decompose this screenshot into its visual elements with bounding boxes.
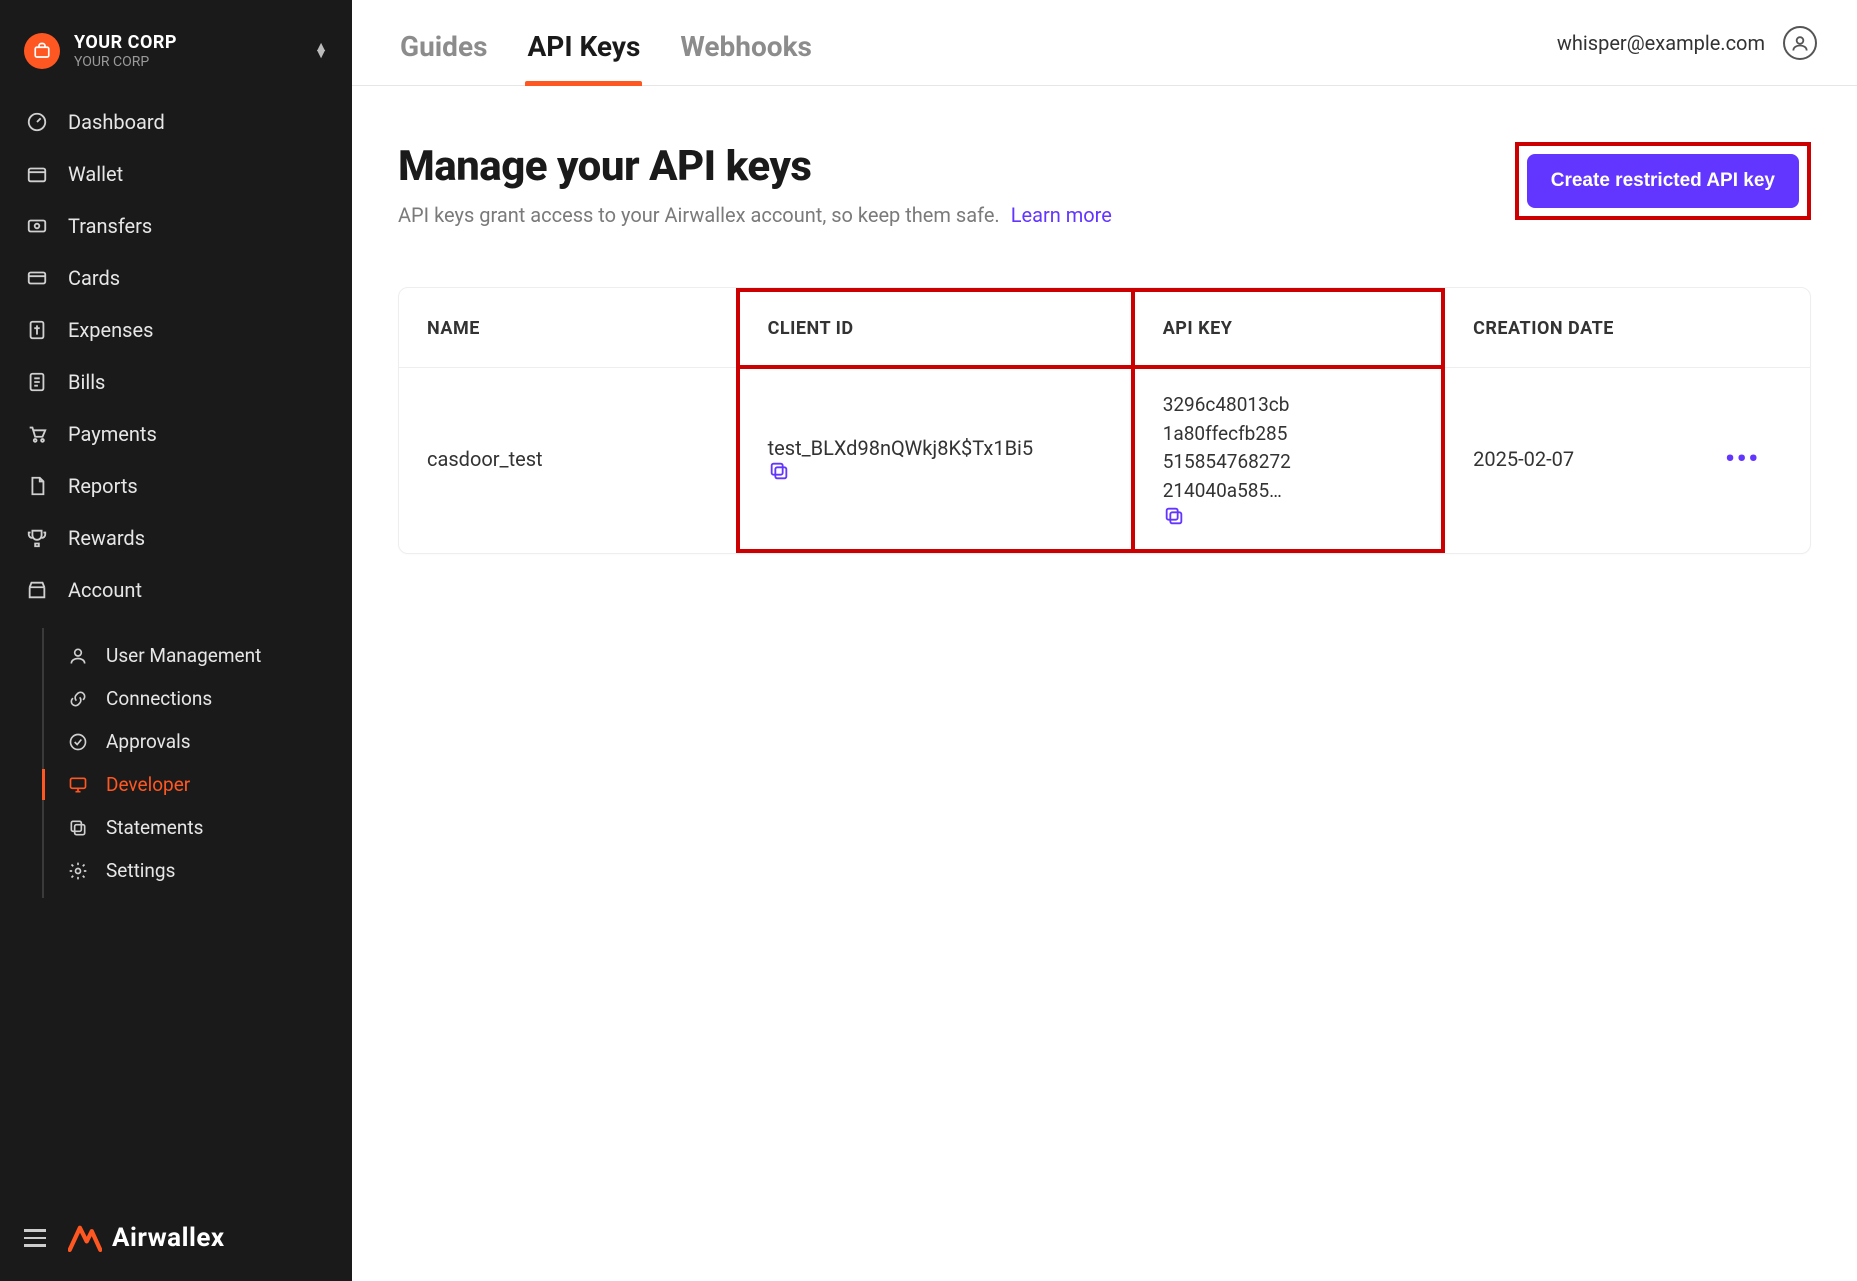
brand-name: Airwallex <box>112 1223 225 1253</box>
subnav-label: Settings <box>106 859 175 882</box>
link-icon <box>66 689 90 709</box>
org-subname: YOUR CORP <box>74 54 177 71</box>
user-avatar-icon[interactable] <box>1783 26 1817 60</box>
sidebar-item-wallet[interactable]: Wallet <box>0 148 352 200</box>
api-key-line: 515854768272 <box>1163 448 1413 477</box>
cell-api-key: 3296c48013cb 1a80ffecfb285 515854768272 … <box>1163 391 1413 505</box>
receipt-icon <box>24 319 50 341</box>
subnav-label: Connections <box>106 687 212 710</box>
sidebar-item-dashboard[interactable]: Dashboard <box>0 96 352 148</box>
sidebar-subnav: User Management Connections Approvals De… <box>42 628 352 898</box>
sidebar-item-label: Bills <box>68 370 105 394</box>
gauge-icon <box>24 111 50 133</box>
sidebar-item-label: Payments <box>68 422 157 446</box>
sidebar-item-label: Expenses <box>68 318 153 342</box>
sidebar-item-label: Cards <box>68 266 120 290</box>
sidebar-item-account[interactable]: Account <box>0 564 352 616</box>
sidebar-item-bills[interactable]: Bills <box>0 356 352 408</box>
cell-name: casdoor_test <box>399 367 738 551</box>
check-circle-icon <box>66 732 90 752</box>
copy-icon <box>66 818 90 838</box>
subnav-developer[interactable]: Developer <box>44 763 352 806</box>
org-name: YOUR CORP <box>74 32 177 54</box>
sidebar-item-label: Dashboard <box>68 110 165 134</box>
subnav-user-management[interactable]: User Management <box>44 634 352 677</box>
tab-label: Webhooks <box>680 30 812 63</box>
copy-api-key-icon[interactable] <box>1163 505 1413 527</box>
api-key-line: 214040a585… <box>1163 477 1413 506</box>
col-header-name: NAME <box>399 290 738 367</box>
highlight-create-button: Create restricted API key <box>1515 142 1811 220</box>
subnav-label: Developer <box>106 773 190 796</box>
sidebar-item-expenses[interactable]: Expenses <box>0 304 352 356</box>
copy-client-id-icon[interactable] <box>768 460 1103 482</box>
chevron-up-down-icon: ▲▼ <box>314 44 328 59</box>
briefcase-icon <box>24 33 60 69</box>
subnav-label: Statements <box>106 816 203 839</box>
tab-label: Guides <box>400 30 487 63</box>
tab-api-keys[interactable]: API Keys <box>525 18 642 85</box>
bill-icon <box>24 371 50 393</box>
user-icon <box>66 646 90 666</box>
page-title: Manage your API keys <box>398 142 1112 191</box>
learn-more-link[interactable]: Learn more <box>1011 203 1112 227</box>
subnav-settings[interactable]: Settings <box>44 849 352 892</box>
transfer-icon <box>24 215 50 237</box>
sidebar-nav: Dashboard Wallet Transfers Cards Expense… <box>0 90 352 622</box>
menu-toggle-icon[interactable] <box>24 1229 46 1247</box>
table-row: casdoor_test test_BLXd98nQWkj8K$Tx1Bi5 <box>399 367 1810 551</box>
col-header-date: CREATION DATE <box>1443 290 1697 367</box>
tab-label: API Keys <box>527 30 640 63</box>
sidebar-item-transfers[interactable]: Transfers <box>0 200 352 252</box>
card-icon <box>24 267 50 289</box>
subnav-approvals[interactable]: Approvals <box>44 720 352 763</box>
col-header-api-key: API KEY <box>1133 290 1443 367</box>
sidebar-item-payments[interactable]: Payments <box>0 408 352 460</box>
cart-icon <box>24 423 50 445</box>
brand-logo: Airwallex <box>68 1223 225 1253</box>
sidebar-item-cards[interactable]: Cards <box>0 252 352 304</box>
main: Guides API Keys Webhooks whisper@example… <box>352 0 1857 1281</box>
sidebar-item-label: Account <box>68 578 142 602</box>
topbar: Guides API Keys Webhooks whisper@example… <box>352 0 1857 86</box>
wallet-icon <box>24 163 50 185</box>
tab-webhooks[interactable]: Webhooks <box>678 18 814 85</box>
create-api-key-button[interactable]: Create restricted API key <box>1527 154 1799 208</box>
subnav-label: User Management <box>106 644 261 667</box>
page-subtitle: API keys grant access to your Airwallex … <box>398 203 1112 227</box>
store-icon <box>24 579 50 601</box>
sidebar-item-label: Wallet <box>68 162 123 186</box>
user-email: whisper@example.com <box>1557 31 1765 55</box>
col-header-client-id: CLIENT ID <box>738 290 1133 367</box>
subnav-statements[interactable]: Statements <box>44 806 352 849</box>
cell-client-id: test_BLXd98nQWkj8K$Tx1Bi5 <box>768 436 1034 460</box>
cell-creation-date: 2025-02-07 <box>1443 367 1697 551</box>
sidebar-item-label: Reports <box>68 474 138 498</box>
api-key-line: 3296c48013cb <box>1163 391 1413 420</box>
subnav-connections[interactable]: Connections <box>44 677 352 720</box>
sidebar-item-rewards[interactable]: Rewards <box>0 512 352 564</box>
airwallex-mark-icon <box>68 1224 102 1252</box>
sidebar-item-label: Rewards <box>68 526 145 550</box>
sidebar-item-reports[interactable]: Reports <box>0 460 352 512</box>
monitor-icon <box>66 775 90 795</box>
api-key-line: 1a80ffecfb285 <box>1163 420 1413 449</box>
tab-guides[interactable]: Guides <box>398 18 489 85</box>
org-switcher[interactable]: YOUR CORP YOUR CORP ▲▼ <box>0 20 352 90</box>
api-keys-table: NAME CLIENT ID API KEY CREATION DATE cas… <box>398 287 1811 554</box>
tabs: Guides API Keys Webhooks <box>398 18 814 85</box>
sidebar: YOUR CORP YOUR CORP ▲▼ Dashboard Wallet … <box>0 0 352 1281</box>
subnav-label: Approvals <box>106 730 191 753</box>
gear-icon <box>66 861 90 881</box>
sidebar-item-label: Transfers <box>68 214 152 238</box>
document-icon <box>24 475 50 497</box>
trophy-icon <box>24 527 50 549</box>
page-subtitle-text: API keys grant access to your Airwallex … <box>398 203 1000 227</box>
row-actions-menu-icon[interactable]: ••• <box>1725 444 1760 474</box>
